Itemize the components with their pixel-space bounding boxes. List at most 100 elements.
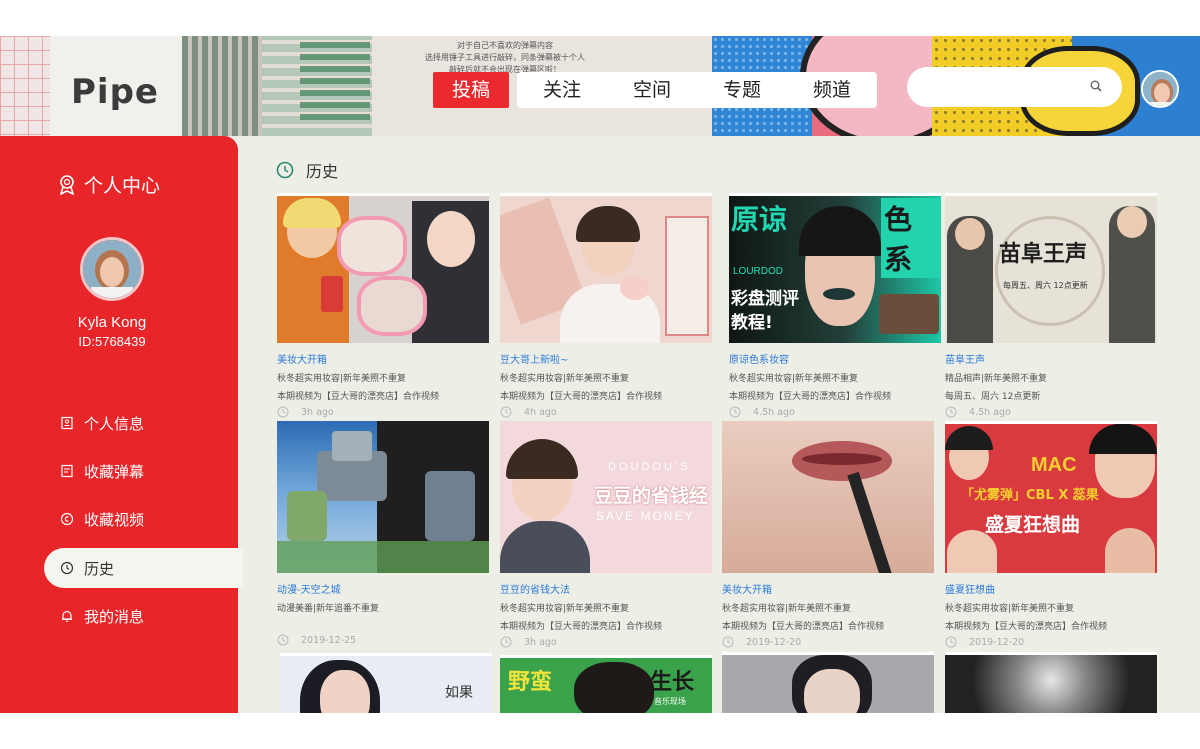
video-card[interactable]: 苗阜王声 每周五、周六 12点更新 苗阜王声 精品相声|新年美照不重复 每周五、… xyxy=(945,193,1157,418)
video-desc: 本期视频为【豆大哥的漂亮店】合作视频 xyxy=(500,622,663,632)
video-collect-icon xyxy=(60,512,74,526)
clock-icon xyxy=(276,161,294,179)
video-thumbnail[interactable] xyxy=(722,652,934,714)
sidebar-item-saved-comments[interactable]: 收藏弹幕 xyxy=(44,451,244,491)
video-card[interactable]: DOUDOU'S 豆豆的省钱经 SAVE MONEY 豆豆的省钱大法 秋冬超实用… xyxy=(500,421,712,648)
video-thumbnail[interactable] xyxy=(277,193,489,343)
video-meta: 3h ago xyxy=(277,406,489,418)
video-card[interactable]: 动漫-天空之城 动漫美番|新年追番不重复 2019-12-25 xyxy=(277,421,489,646)
video-thumbnail[interactable]: DOUDOU'S 豆豆的省钱经 SAVE MONEY xyxy=(500,421,712,573)
bell-icon xyxy=(62,610,72,622)
video-thumbnail[interactable]: 原谅 色系 LOURDOD 彩盘测评 教程! xyxy=(729,193,941,343)
personal-center-header: 个人中心 xyxy=(58,171,160,198)
video-desc: 秋冬超实用妆容|新年美照不重复 xyxy=(729,374,859,384)
video-meta: 2019-12-20 xyxy=(722,636,934,648)
tab-space[interactable]: 空间 xyxy=(607,72,697,108)
video-meta: 4.5h ago xyxy=(729,406,941,418)
sidebar-item-label: 历史 xyxy=(84,559,115,578)
video-desc xyxy=(277,619,489,630)
video-card[interactable]: 美妆大开箱 秋冬超实用妆容|新年美照不重复 本期视频为【豆大哥的漂亮店】合作视频… xyxy=(722,421,934,648)
video-card[interactable]: MAC 「尤雾弹」CBL X 蕊果 盛夏狂想曲 盛夏狂想曲 秋冬超实用妆容|新年… xyxy=(945,421,1157,648)
video-title[interactable]: 豆大哥上新啦~ xyxy=(500,351,712,366)
video-desc: 本期视频为【豆大哥的漂亮店】合作视频 xyxy=(500,392,663,402)
video-card[interactable]: 野蛮 生长 音乐现场 xyxy=(500,655,712,715)
video-thumbnail[interactable]: 如果 xyxy=(280,653,492,713)
badge-icon xyxy=(59,174,75,195)
video-thumbnail[interactable]: MAC 「尤雾弹」CBL X 蕊果 盛夏狂想曲 xyxy=(945,421,1157,573)
thumb-text: 色系 xyxy=(881,198,941,278)
video-desc: 秋冬超实用妆容|新年美照不重复 xyxy=(277,374,407,384)
banner-notice-text: 对于自己不喜欢的弹幕内容 选择用锤子工具进行敲碎，同条弹幕被十个人 敲碎后就不会… xyxy=(400,40,610,76)
video-title[interactable]: 动漫-天空之城 xyxy=(277,581,489,596)
tab-channels[interactable]: 频道 xyxy=(787,72,877,108)
video-card[interactable]: 如果 xyxy=(280,653,492,713)
tab-follow[interactable]: 关注 xyxy=(517,72,607,108)
video-card[interactable]: 豆大哥上新啦~ 秋冬超实用妆容|新年美照不重复 本期视频为【豆大哥的漂亮店】合作… xyxy=(500,193,712,418)
sidebar-avatar[interactable] xyxy=(80,237,144,301)
sidebar-item-saved-videos[interactable]: 收藏视频 xyxy=(44,499,244,539)
thumb-text: 「尤雾弹」CBL X 蕊果 xyxy=(961,488,1099,503)
video-thumbnail[interactable] xyxy=(722,421,934,573)
app-logo[interactable]: Pipe xyxy=(71,72,159,112)
watch-time: 4.5h ago xyxy=(969,406,1011,418)
banner-art-bars xyxy=(300,40,370,120)
tab-submit[interactable]: 投稿 xyxy=(433,72,509,108)
video-title[interactable]: 豆豆的省钱大法 xyxy=(500,581,712,596)
video-thumbnail[interactable] xyxy=(277,421,489,573)
tab-topics[interactable]: 专题 xyxy=(697,72,787,108)
thumb-text: 音乐现场 xyxy=(654,697,686,706)
video-desc: 本期视频为【豆大哥的漂亮店】合作视频 xyxy=(722,622,885,632)
clock-icon xyxy=(945,406,957,418)
user-avatar[interactable] xyxy=(1141,70,1179,108)
clock-icon xyxy=(945,636,957,648)
video-desc: 秋冬超实用妆容|新年美照不重复 xyxy=(945,604,1075,614)
banner-grid-pattern xyxy=(0,36,50,136)
section-header: 历史 xyxy=(276,158,338,182)
search-icon[interactable] xyxy=(1090,80,1102,92)
video-card[interactable]: 原谅 色系 LOURDOD 彩盘测评 教程! 原谅色系妆容 秋冬超实用妆容|新年… xyxy=(729,193,941,418)
watch-time: 2019-12-20 xyxy=(746,636,802,648)
thumb-text: 盛夏狂想曲 xyxy=(985,514,1081,536)
video-thumbnail[interactable] xyxy=(500,193,712,343)
video-meta: 2019-12-25 xyxy=(277,634,489,646)
video-thumbnail[interactable]: 野蛮 生长 音乐现场 xyxy=(500,655,712,715)
video-card[interactable] xyxy=(722,652,934,714)
search-input[interactable] xyxy=(923,67,1093,107)
sidebar-item-profile[interactable]: 个人信息 xyxy=(44,403,244,443)
thumb-text: LOURDOD xyxy=(733,266,784,277)
thumb-text: 生长 xyxy=(650,670,695,695)
watch-time: 4h ago xyxy=(524,406,557,418)
video-card[interactable]: 美妆大开箱 秋冬超实用妆容|新年美照不重复 本期视频为【豆大哥的漂亮店】合作视频… xyxy=(277,193,489,418)
sidebar-item-history[interactable]: 历史 xyxy=(44,548,243,588)
thumb-text: SAVE MONEY xyxy=(596,509,695,523)
video-desc: 本期视频为【豆大哥的漂亮店】合作视频 xyxy=(277,392,440,402)
watch-time: 3h ago xyxy=(524,636,557,648)
video-thumbnail[interactable] xyxy=(945,652,1157,714)
sidebar-item-label: 我的消息 xyxy=(84,607,145,626)
id-card-icon xyxy=(61,416,73,430)
bottom-bar xyxy=(0,713,1200,749)
video-title[interactable]: 美妆大开箱 xyxy=(722,581,934,596)
thumb-text: 彩盘测评 xyxy=(731,289,799,309)
user-id: ID:5768439 xyxy=(78,334,146,349)
watch-time: 2019-12-25 xyxy=(301,634,357,646)
section-title: 历史 xyxy=(306,162,339,181)
video-thumbnail[interactable]: 苗阜王声 每周五、周六 12点更新 xyxy=(945,193,1157,343)
clock-icon xyxy=(277,406,289,418)
video-title[interactable]: 美妆大开箱 xyxy=(277,351,489,366)
video-desc: 秋冬超实用妆容|新年美照不重复 xyxy=(722,604,852,614)
thumb-text: DOUDOU'S xyxy=(608,461,691,473)
video-desc: 本期视频为【豆大哥的漂亮店】合作视频 xyxy=(945,622,1108,632)
video-desc: 精品相声|新年美照不重复 xyxy=(945,374,1048,384)
video-card[interactable] xyxy=(945,652,1157,714)
thumb-text: 豆豆的省钱经 xyxy=(594,485,709,507)
video-desc: 秋冬超实用妆容|新年美照不重复 xyxy=(500,604,630,614)
clock-icon xyxy=(722,636,734,648)
watch-time: 4.5h ago xyxy=(753,406,795,418)
thumb-text: 教程! xyxy=(731,313,773,333)
sidebar-item-messages[interactable]: 我的消息 xyxy=(44,596,244,636)
thumb-text: MAC xyxy=(1031,454,1077,476)
video-title[interactable]: 苗阜王声 xyxy=(945,351,1157,366)
video-title[interactable]: 盛夏狂想曲 xyxy=(945,581,1157,596)
video-title[interactable]: 原谅色系妆容 xyxy=(729,351,941,366)
